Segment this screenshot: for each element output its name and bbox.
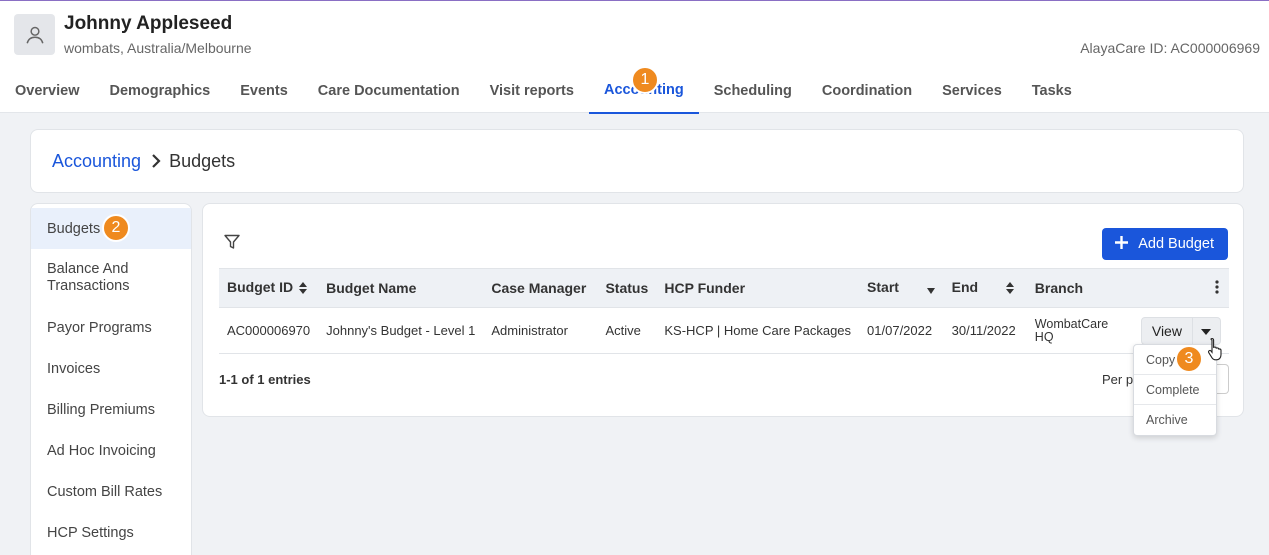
cell-hcp-funder: KS-HCP | Home Care Packages bbox=[656, 307, 860, 354]
cell-start: 01/07/2022 bbox=[859, 307, 944, 354]
chevron-right-icon bbox=[151, 153, 161, 169]
col-budget-id[interactable]: Budget ID bbox=[219, 268, 319, 308]
view-button[interactable]: View bbox=[1140, 316, 1193, 345]
sidebar-item-label: Balance And Transactions bbox=[47, 261, 130, 294]
col-case-manager[interactable]: Case Manager bbox=[483, 268, 598, 308]
sidebar-item-balance-and-transactions[interactable]: Balance And Transactions bbox=[31, 249, 191, 307]
client-name: Johnny Appleseed bbox=[64, 13, 233, 34]
tab-overview[interactable]: Overview bbox=[0, 67, 95, 114]
sidebar-item-invoices[interactable]: Invoices bbox=[31, 348, 191, 389]
column-menu-button[interactable] bbox=[1122, 268, 1229, 308]
branch-line-1: WombatCare bbox=[1034, 316, 1109, 331]
breadcrumb-current: Budgets bbox=[169, 150, 236, 171]
sidebar-item-billing-premiums[interactable]: Billing Premiums bbox=[31, 389, 191, 430]
cell-branch: WombatCare HQ bbox=[1026, 307, 1123, 354]
menu-item-archive[interactable]: Archive bbox=[1134, 405, 1216, 435]
tab-care-documentation[interactable]: Care Documentation bbox=[303, 67, 475, 114]
sidebar-item-label: Invoices bbox=[47, 360, 101, 377]
hand-cursor-icon bbox=[1207, 337, 1225, 366]
client-header: Johnny Appleseed wombats, Australia/Melb… bbox=[0, 0, 1269, 114]
col-end[interactable]: End bbox=[943, 268, 1027, 308]
col-start[interactable]: Start bbox=[859, 268, 944, 308]
step-badge-2: 2 bbox=[102, 214, 130, 242]
kebab-icon bbox=[1215, 279, 1219, 297]
sidebar-item-label: Custom Bill Rates bbox=[47, 483, 163, 500]
add-budget-label: Add Budget bbox=[1138, 236, 1214, 252]
sidebar-item-label: Budgets bbox=[47, 220, 101, 237]
cell-case-manager: Administrator bbox=[483, 307, 598, 354]
alayacare-id: AlayaCare ID: AC000006969 bbox=[1080, 40, 1260, 56]
sidebar-item-ad-hoc-invoicing[interactable]: Ad Hoc Invoicing bbox=[31, 430, 191, 471]
col-hcp-funder[interactable]: HCP Funder bbox=[656, 268, 860, 308]
breadcrumb-accounting-link[interactable]: Accounting bbox=[52, 151, 141, 172]
cell-status: Active bbox=[597, 307, 657, 354]
tab-visit-reports[interactable]: Visit reports bbox=[475, 67, 589, 114]
sidebar-item-payor-programs[interactable]: Payor Programs bbox=[31, 307, 191, 348]
budgets-table: Budget ID Budget Name Case Manager Statu… bbox=[219, 268, 1229, 354]
avatar bbox=[14, 14, 55, 55]
menu-item-complete[interactable]: Complete bbox=[1134, 375, 1216, 405]
sidebar-item-hcp-settings[interactable]: HCP Settings bbox=[31, 512, 191, 553]
cell-budget-id: AC000006970 bbox=[219, 307, 319, 354]
sort-desc-icon bbox=[926, 281, 935, 297]
table-row[interactable]: AC000006970 Johnny's Budget - Level 1 Ad… bbox=[219, 307, 1229, 354]
col-label: Budget ID bbox=[227, 279, 294, 296]
sidebar-item-label: HCP Settings bbox=[47, 524, 134, 541]
accounting-sidebar: Budgets Balance And Transactions Payor P… bbox=[30, 203, 192, 555]
sidebar-item-label: Ad Hoc Invoicing bbox=[47, 442, 156, 459]
step-badge-1: 1 bbox=[631, 66, 659, 94]
step-badge-3: 3 bbox=[1175, 345, 1203, 373]
plus-icon bbox=[1114, 235, 1129, 254]
branch-line-2: HQ bbox=[1034, 329, 1054, 344]
sort-icon bbox=[1006, 281, 1015, 297]
sidebar-item-label: Payor Programs bbox=[47, 319, 152, 336]
tab-services[interactable]: Services bbox=[927, 67, 1017, 114]
tab-coordination[interactable]: Coordination bbox=[807, 67, 927, 114]
tab-demographics[interactable]: Demographics bbox=[95, 67, 226, 114]
cell-end: 30/11/2022 bbox=[943, 307, 1027, 354]
tab-scheduling[interactable]: Scheduling bbox=[699, 67, 807, 114]
table-header-row: Budget ID Budget Name Case Manager Statu… bbox=[219, 268, 1229, 308]
entries-count: 1-1 of 1 entries bbox=[219, 372, 311, 387]
col-label: End bbox=[951, 279, 979, 296]
add-budget-button[interactable]: Add Budget bbox=[1102, 228, 1228, 260]
client-tabs: Overview Demographics Events Care Docume… bbox=[0, 67, 1087, 114]
tab-tasks[interactable]: Tasks bbox=[1017, 67, 1087, 114]
sort-icon bbox=[299, 281, 308, 297]
sidebar-item-custom-bill-rates[interactable]: Custom Bill Rates bbox=[31, 471, 191, 512]
tab-events[interactable]: Events bbox=[225, 67, 303, 114]
filter-icon[interactable] bbox=[223, 233, 241, 256]
client-subtitle: wombats, Australia/Melbourne bbox=[64, 40, 252, 56]
cell-budget-name: Johnny's Budget - Level 1 bbox=[318, 307, 484, 354]
col-label: Start bbox=[867, 279, 899, 296]
caret-down-icon bbox=[1201, 323, 1212, 338]
user-icon bbox=[25, 26, 44, 43]
breadcrumb: Accounting Budgets bbox=[30, 129, 1244, 193]
col-status[interactable]: Status bbox=[597, 268, 657, 308]
col-branch[interactable]: Branch bbox=[1026, 268, 1123, 308]
col-budget-name[interactable]: Budget Name bbox=[318, 268, 484, 308]
budgets-panel: Add Budget Budget ID Budget Name Case Ma… bbox=[202, 203, 1244, 417]
sidebar-item-label: Billing Premiums bbox=[47, 401, 155, 418]
